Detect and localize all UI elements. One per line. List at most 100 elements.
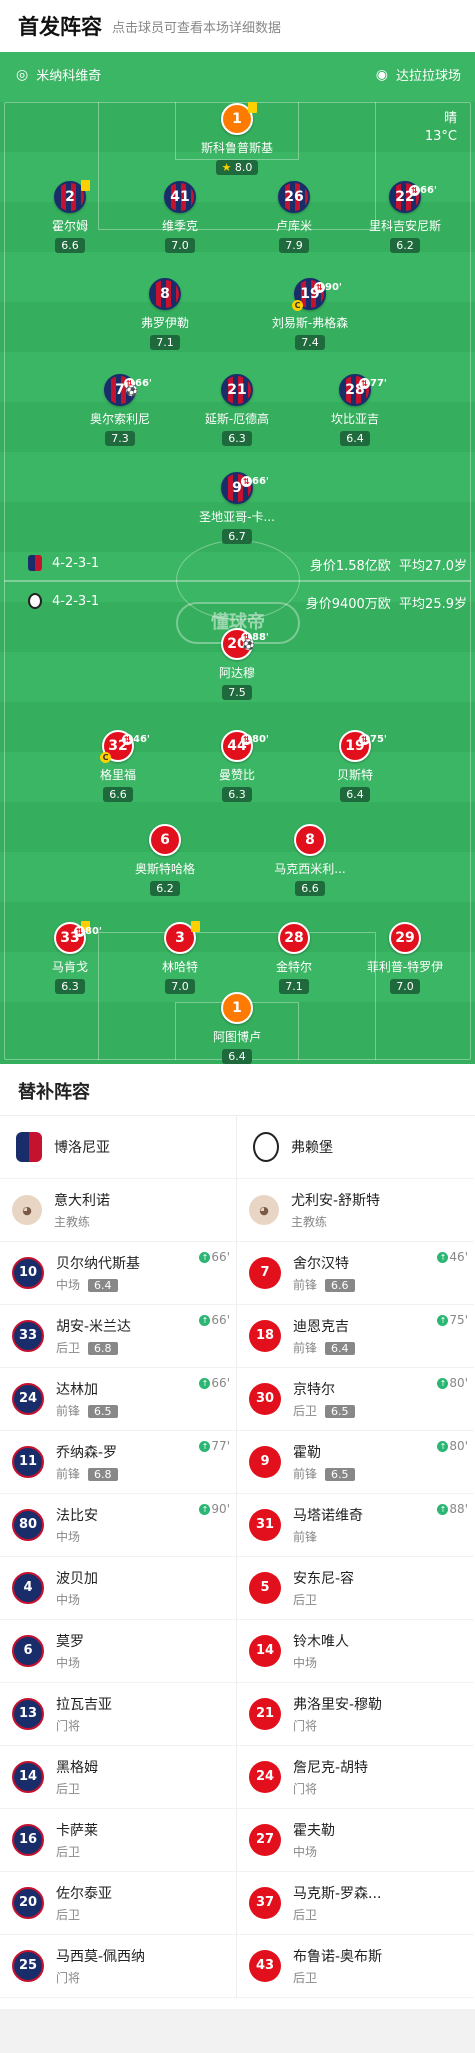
rating-value: 7.0 [171, 239, 189, 252]
freiburg-team-row[interactable]: 弗赖堡 [237, 1116, 474, 1179]
player-position: 后卫 [56, 1843, 98, 1860]
bologna-player[interactable]: 2 霍尔姆 6.6 [15, 180, 125, 253]
player-name: 马克斯-罗森... [293, 1886, 382, 1902]
bench-player-row[interactable]: 21 弗洛里安-穆勒 门将 [237, 1683, 474, 1746]
bench-player-row[interactable]: 14 铃木唯人 中场 [237, 1620, 474, 1683]
position-text: 后卫 [56, 1845, 81, 1859]
player-rating: 6.2 [150, 881, 180, 896]
freiburg-player[interactable]: 33 ⇅ 80' 马肯戈 6.3 [15, 921, 125, 994]
rating-value: 6.3 [228, 788, 246, 801]
jersey-number: 9 [249, 1446, 281, 1478]
freiburg-coach-row[interactable]: ◕ 尤利安-舒斯特 主教练 [237, 1179, 474, 1242]
player-info: 法比安 中场 [56, 1505, 98, 1545]
freiburg-player[interactable]: 19 ⇅ 75' 贝斯特 6.4 [300, 730, 410, 802]
freiburg-player[interactable]: 8 马克西米利... 6.6 [255, 824, 365, 896]
substitution-icon: ⇅ [122, 733, 134, 745]
rating-value: 7.3 [111, 432, 129, 445]
bologna-player[interactable]: 21 延斯-厄德高 6.3 [182, 374, 292, 446]
freiburg-player[interactable]: 29 菲利普-特罗伊 7.0 [350, 922, 460, 994]
bench-player-row[interactable]: 20 佐尔泰亚 后卫 [0, 1872, 236, 1935]
bench-player-row[interactable]: 24 达林加 前锋 6.5 ↑ 66' [0, 1368, 236, 1431]
bench-player-row[interactable]: 4 波贝加 中场 [0, 1557, 236, 1620]
substitution-icon: ⇅ [359, 733, 371, 745]
bench-player-row[interactable]: 7 舍尔汉特 前锋 6.6 ↑ 46' [237, 1242, 474, 1305]
bench-player-row[interactable]: 27 霍夫勒 中场 [237, 1809, 474, 1872]
jersey-number: 32 ⇅ 46' C [100, 730, 150, 763]
freiburg-player[interactable]: 1 阿图博卢 6.4 [182, 992, 292, 1064]
bench-player-row[interactable]: 9 霍勒 前锋 6.5 ↑ 80' [237, 1431, 474, 1494]
bench-player-row[interactable]: 24 詹尼克-胡特 门将 [237, 1746, 474, 1809]
bench-player-row[interactable]: 37 马克斯-罗森... 后卫 [237, 1872, 474, 1935]
bench-player-row[interactable]: 18 迪恩克吉 前锋 6.4 ↑ 75' [237, 1305, 474, 1368]
freiburg-player[interactable]: 32 ⇅ 46' C 格里福 6.6 [63, 730, 173, 802]
bologna-player[interactable]: 26 卢库米 7.9 [239, 181, 349, 253]
player-position: 门将 [56, 1969, 145, 1986]
bench-player-row[interactable]: 33 胡安-米兰达 后卫 6.8 ↑ 66' [0, 1305, 236, 1368]
bench-player-row[interactable]: 10 贝尔纳代斯基 中场 6.4 ↑ 66' [0, 1242, 236, 1305]
player-position: 中场 6.4 [56, 1276, 140, 1293]
player-name: 安东尼-容 [293, 1571, 355, 1587]
bench-player-row[interactable]: 80 法比安 中场 ↑ 90' [0, 1494, 236, 1557]
player-name: 卡萨莱 [56, 1823, 98, 1839]
player-info: 安东尼-容 后卫 [293, 1568, 354, 1608]
jersey-number: 7 [249, 1257, 281, 1289]
bologna-player[interactable]: 8 弗罗伊勒 7.1 [110, 278, 220, 350]
bench-player-row[interactable]: 25 马西莫-佩西纳 门将 [0, 1935, 236, 1998]
substitution-icon: ⇅ [314, 281, 326, 293]
bench-player-row[interactable]: 6 莫罗 中场 [0, 1620, 236, 1683]
player-rating: 6.4 [340, 787, 370, 802]
bologna-player[interactable]: 9 ⇅ 66' 圣地亚哥-卡... 6.7 [182, 472, 292, 544]
freiburg-player[interactable]: 3 林哈特 7.0 [125, 921, 235, 994]
bologna-player[interactable]: 1 斯科鲁普斯基 ★ 8.0 [182, 102, 292, 175]
player-name: 法比安 [56, 1508, 98, 1524]
player-name: 圣地亚哥-卡... [199, 510, 275, 524]
bologna-player[interactable]: 28 ⇅ 77' 坎比亚吉 6.4 [300, 374, 410, 446]
player-name: 拉瓦吉亚 [56, 1697, 112, 1713]
position-text: 前锋 [293, 1341, 318, 1355]
position-text: 后卫 [293, 1971, 318, 1985]
bologna-team-row[interactable]: 博洛尼亚 [0, 1116, 236, 1179]
player-info: 铃木唯人 中场 [293, 1631, 349, 1671]
rating-value: 6.2 [156, 882, 174, 895]
yellow-card-icon [248, 102, 257, 113]
freiburg-player[interactable]: 6 奥斯特哈格 6.2 [110, 824, 220, 896]
bologna-coach-row[interactable]: ◕ 意大利诺 主教练 [0, 1179, 236, 1242]
player-info: 莫罗 中场 [56, 1631, 84, 1671]
bologna-player[interactable]: 19 ⇅ 90' C 刘易斯-弗格森 7.4 [255, 278, 365, 350]
sub-time: 90' [325, 282, 342, 293]
rating-value: 6.4 [228, 1050, 246, 1063]
freiburg-formation: 4-2-3-1 [28, 593, 99, 609]
jersey-number: 37 [249, 1887, 281, 1919]
player-name: 京特尔 [293, 1382, 335, 1398]
player-info: 詹尼克-胡特 门将 [293, 1757, 368, 1797]
bench-player-row[interactable]: 13 拉瓦吉亚 门将 [0, 1683, 236, 1746]
player-position: 前锋 6.8 [56, 1465, 118, 1482]
rating-value: 6.6 [109, 788, 127, 801]
player-name: 卢库米 [275, 219, 312, 233]
freiburg-player[interactable]: 44 ⇅ 80' 曼赞比 6.3 [182, 730, 292, 802]
position-text: 门将 [56, 1719, 81, 1733]
freiburg-player[interactable]: 28 金特尔 7.1 [239, 922, 349, 994]
player-name: 格里福 [99, 768, 136, 782]
rating-value: 6.3 [61, 980, 79, 993]
bench-player-row[interactable]: 43 布鲁诺-奥布斯 后卫 [237, 1935, 474, 1998]
bologna-player[interactable]: 22 ⇅ 66' 里科吉安尼斯 6.2 [350, 181, 460, 253]
player-name: 金特尔 [275, 960, 312, 974]
bench-player-row[interactable]: 14 黑格姆 后卫 [0, 1746, 236, 1809]
player-info: 布鲁诺-奥布斯 后卫 [293, 1946, 382, 1986]
home-venue-label: ◎ 米纳科维奇 [16, 66, 102, 85]
freiburg-player[interactable]: 20 ⇅ 88' ⚽ 阿达穆 7.5 [182, 628, 292, 700]
bologna-player[interactable]: 41 维季克 7.0 [125, 181, 235, 253]
bench-player-row[interactable]: 30 京特尔 后卫 6.5 ↑ 80' [237, 1368, 474, 1431]
bench-player-row[interactable]: 5 安东尼-容 后卫 [237, 1557, 474, 1620]
bench-player-row[interactable]: 31 马塔诺维奇 前锋 ↑ 88' [237, 1494, 474, 1557]
sub-in-time: ↑ 90' [199, 1502, 230, 1516]
bologna-player[interactable]: 7 ⇅ 66' ⚽ 奥尔索利尼 7.3 [65, 374, 175, 446]
player-name: 波贝加 [56, 1571, 98, 1587]
player-rating: 6.3 [222, 787, 252, 802]
rating-value: 7.0 [396, 980, 414, 993]
bench-player-row[interactable]: 16 卡萨莱 后卫 [0, 1809, 236, 1872]
player-name: 詹尼克-胡特 [293, 1760, 369, 1776]
sub-in-icon: ↑ [199, 1378, 211, 1389]
bench-player-row[interactable]: 11 乔纳森-罗 前锋 6.8 ↑ 77' [0, 1431, 236, 1494]
